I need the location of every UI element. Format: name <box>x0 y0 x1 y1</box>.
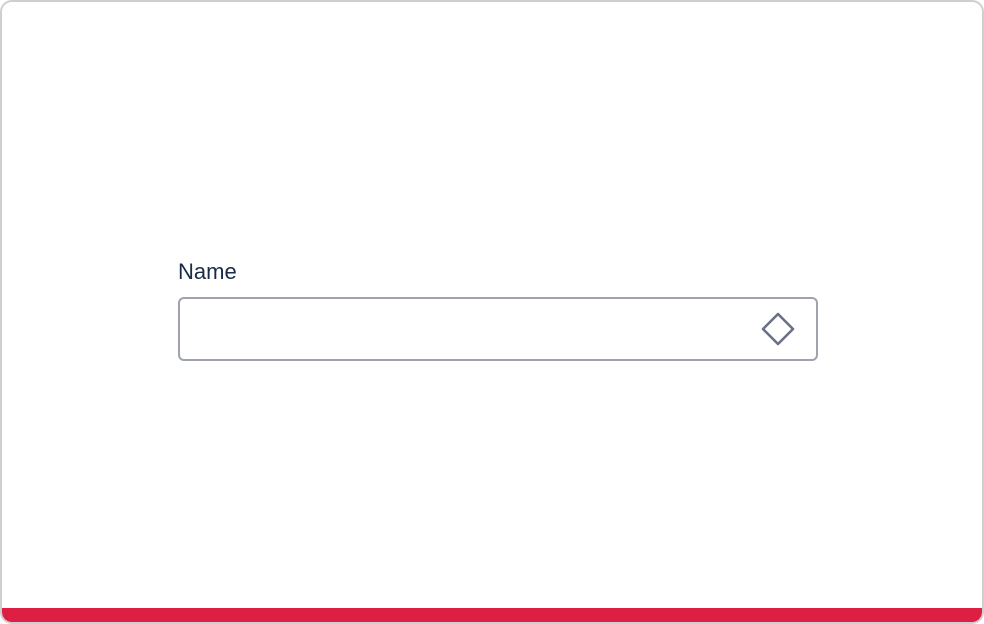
accent-bar <box>2 608 982 622</box>
diamond-icon <box>760 312 796 346</box>
form-card: Name <box>0 0 984 624</box>
name-field-group: Name <box>178 258 818 361</box>
name-input-container[interactable] <box>178 297 818 361</box>
name-input[interactable] <box>180 299 740 359</box>
name-field-label: Name <box>178 259 237 284</box>
